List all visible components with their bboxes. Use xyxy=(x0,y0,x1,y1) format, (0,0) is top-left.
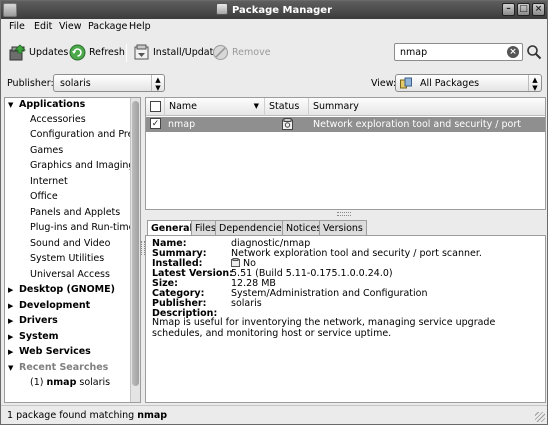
resize-grip-icon[interactable] xyxy=(535,412,545,422)
status-text: 1 package found matching xyxy=(7,410,135,421)
package-summary: Network exploration tool and security / … xyxy=(313,119,521,141)
clear-search-icon[interactable]: × xyxy=(507,46,519,58)
view-label: View: xyxy=(371,78,397,89)
package-list-header: Name ▼ Status Summary xyxy=(146,98,545,116)
scrollbar-thumb[interactable] xyxy=(132,101,139,386)
title-bar: Package Manager – □ × xyxy=(1,1,547,19)
publisher-combo[interactable]: solaris ▲ ▼ xyxy=(53,74,165,92)
menu-edit[interactable]: Edit xyxy=(34,21,52,32)
status-not-installed-icon xyxy=(231,258,240,267)
package-manager-window: Package Manager – □ × File Edit View Pac… xyxy=(0,0,548,425)
package-name: nmap xyxy=(168,119,196,130)
combo-arrow-icon: ▲ ▼ xyxy=(151,75,164,92)
window-title: Package Manager xyxy=(232,5,332,16)
menu-help[interactable]: Help xyxy=(129,21,151,32)
close-button[interactable]: × xyxy=(532,3,545,16)
category-tree: ▼ Applications Accessories Configuration… xyxy=(4,97,141,403)
status-bar: 1 package found matching nmap xyxy=(1,405,547,424)
column-status[interactable]: Status xyxy=(265,98,309,116)
column-summary[interactable]: Summary xyxy=(309,98,545,116)
detail-description: Nmap is useful for inventorying the netw… xyxy=(152,317,496,339)
search-input[interactable]: nmap × xyxy=(394,43,523,61)
install-icon xyxy=(133,44,150,61)
tab-dependencies[interactable]: Dependencies xyxy=(215,220,291,236)
menu-bar: File Edit View Package Help xyxy=(1,19,547,37)
search-button[interactable] xyxy=(526,44,542,60)
publisher-label: Publisher: xyxy=(7,78,54,89)
status-not-installed-icon xyxy=(282,118,293,133)
select-all-column[interactable] xyxy=(146,98,165,116)
expanded-arrow-icon[interactable]: ▼ xyxy=(8,364,13,372)
status-term: nmap xyxy=(137,410,168,421)
install-update-button[interactable]: Install/Update xyxy=(133,42,219,62)
column-name[interactable]: Name ▼ xyxy=(165,98,265,116)
updates-icon xyxy=(9,43,26,61)
menu-file[interactable]: File xyxy=(9,21,25,32)
remove-button[interactable]: Remove xyxy=(212,42,271,62)
menu-view[interactable]: View xyxy=(59,21,82,32)
collapsed-arrow-icon[interactable]: ▶ xyxy=(8,348,13,356)
select-all-checkbox[interactable] xyxy=(150,101,161,112)
collapsed-arrow-icon[interactable]: ▶ xyxy=(8,317,13,325)
sort-arrow-icon: ▼ xyxy=(253,102,259,110)
package-row[interactable]: ✓ nmap Network exploration tool and secu… xyxy=(146,117,545,141)
updates-button[interactable]: Updates xyxy=(9,42,68,62)
tab-versions[interactable]: Versions xyxy=(319,220,367,236)
horizontal-pane-handle[interactable] xyxy=(337,212,351,216)
details-panel: Name: diagnostic/nmap Summary: Network e… xyxy=(145,235,546,403)
maximize-button[interactable]: □ xyxy=(517,3,530,16)
expanded-arrow-icon[interactable]: ▼ xyxy=(8,101,13,109)
app-icon xyxy=(216,3,228,15)
search-icon xyxy=(527,45,542,60)
refresh-button[interactable]: Refresh xyxy=(69,42,125,62)
package-list: Name ▼ Status Summary ✓ nmap Network exp… xyxy=(145,97,546,210)
package-checkbox[interactable]: ✓ xyxy=(150,118,161,129)
menu-package[interactable]: Package xyxy=(88,21,127,32)
view-icon xyxy=(400,77,412,92)
tree-scrollbar[interactable] xyxy=(130,98,140,402)
filter-row: Publisher: solaris ▲ ▼ View: All Packages… xyxy=(1,69,547,97)
collapsed-arrow-icon[interactable]: ▶ xyxy=(8,333,13,341)
collapsed-arrow-icon[interactable]: ▶ xyxy=(8,286,13,294)
minimize-button[interactable]: – xyxy=(502,3,515,16)
toolbar-separator xyxy=(126,44,127,62)
collapsed-arrow-icon[interactable]: ▶ xyxy=(8,302,13,310)
combo-arrow-icon: ▲ ▼ xyxy=(528,75,541,92)
remove-icon xyxy=(212,44,229,61)
refresh-icon xyxy=(69,44,86,61)
view-combo[interactable]: All Packages ▲ ▼ xyxy=(395,74,542,92)
